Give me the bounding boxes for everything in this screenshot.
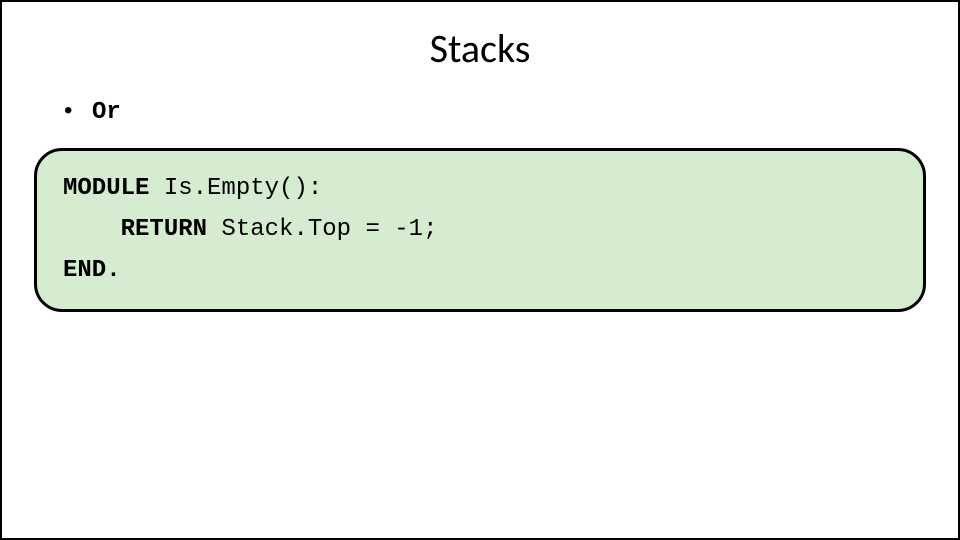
- code-line-3: END.: [63, 251, 897, 292]
- keyword-return: RETURN: [121, 216, 207, 243]
- bullet-text: Or: [92, 99, 121, 126]
- code-line-2: RETURN Stack.Top = -1;: [63, 210, 897, 251]
- slide-title: Stacks: [30, 24, 930, 73]
- bullet-item: • Or: [64, 97, 930, 126]
- bullet-dot: •: [64, 97, 92, 125]
- keyword-end: END.: [63, 257, 121, 284]
- code-text-return: Stack.Top = -1;: [207, 216, 437, 243]
- keyword-module: MODULE: [63, 175, 149, 202]
- code-text-module: Is.Empty():: [149, 175, 322, 202]
- code-indent: [63, 216, 121, 243]
- slide-frame: Stacks • Or MODULE Is.Empty(): RETURN St…: [0, 0, 960, 540]
- code-block: MODULE Is.Empty(): RETURN Stack.Top = -1…: [34, 148, 926, 312]
- code-line-1: MODULE Is.Empty():: [63, 169, 897, 210]
